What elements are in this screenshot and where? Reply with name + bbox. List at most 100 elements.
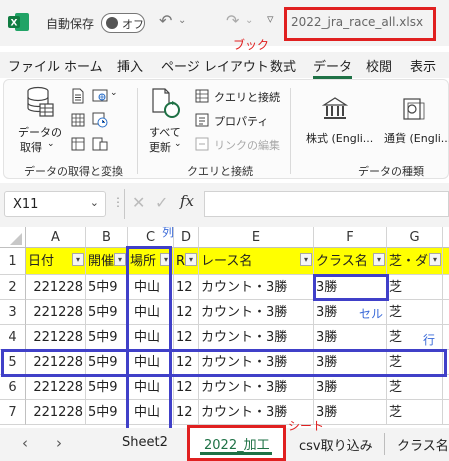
- cell-surface[interactable]: 芝: [387, 275, 443, 300]
- cell-meeting[interactable]: 5中9: [86, 375, 128, 400]
- cell-meeting[interactable]: 5中9: [86, 400, 128, 425]
- filter-dropdown-icon[interactable]: ▾: [114, 253, 126, 266]
- cell-meeting[interactable]: 5中9: [86, 275, 128, 300]
- cell-empty[interactable]: [443, 375, 449, 400]
- header-cell-h[interactable]: [443, 248, 449, 275]
- cell-class-name[interactable]: 3勝: [314, 400, 387, 425]
- cell-meeting[interactable]: 5中9: [86, 325, 128, 350]
- enter-icon[interactable]: ✓: [155, 193, 168, 212]
- menu-view[interactable]: 表示: [410, 56, 436, 75]
- customize-toolbar-icon[interactable]: ▿: [267, 12, 274, 27]
- cell-race-name[interactable]: カウント・3勝: [199, 300, 314, 325]
- column-header-a[interactable]: A: [26, 227, 86, 248]
- cell-empty[interactable]: [443, 400, 449, 425]
- cell-empty[interactable]: [443, 325, 449, 350]
- formula-input[interactable]: [204, 191, 449, 217]
- from-web-dropdown-icon[interactable]: ⌄: [110, 88, 118, 98]
- from-text-csv-icon[interactable]: [70, 88, 86, 104]
- sheet-tab-csv-import[interactable]: csv取り込み: [299, 435, 373, 454]
- currency-data-type-button[interactable]: 通貨 (Engli...: [378, 84, 449, 154]
- undo-icon[interactable]: ↶: [159, 11, 172, 30]
- header-cell-date[interactable]: 日付 ▾: [26, 248, 86, 275]
- existing-connections-icon[interactable]: [92, 136, 108, 152]
- filter-dropdown-icon[interactable]: ▾: [429, 253, 441, 266]
- refresh-all-button[interactable]: すべて 更新 ⌄: [144, 84, 188, 156]
- cell-race-name[interactable]: カウント・3勝: [199, 275, 314, 300]
- header-cell-class-name[interactable]: クラス名 ▾: [314, 248, 387, 275]
- cell-race-no[interactable]: 12: [174, 375, 199, 400]
- cell-date[interactable]: 221228: [26, 275, 86, 300]
- filter-dropdown-icon[interactable]: ▾: [185, 253, 197, 266]
- column-header-g[interactable]: G: [387, 227, 443, 248]
- cell-meeting[interactable]: 5中9: [86, 300, 128, 325]
- cell-race-no[interactable]: 12: [174, 300, 199, 325]
- redo-dropdown-icon[interactable]: ⌄: [245, 15, 253, 26]
- row-header-7[interactable]: 7: [0, 400, 26, 425]
- cell-date[interactable]: 221228: [26, 400, 86, 425]
- row-header-6[interactable]: 6: [0, 375, 26, 400]
- from-table-icon[interactable]: [70, 112, 86, 128]
- row-header-3[interactable]: 3: [0, 300, 26, 325]
- autosave-toggle[interactable]: オフ: [101, 13, 145, 33]
- undo-dropdown-icon[interactable]: ⌄: [178, 15, 186, 26]
- column-header-b[interactable]: B: [86, 227, 128, 248]
- column-header-h[interactable]: [443, 227, 449, 248]
- cell-race-no[interactable]: 12: [174, 325, 199, 350]
- cell-race-no[interactable]: 12: [174, 275, 199, 300]
- stocks-data-type-button[interactable]: 株式 (Engli...: [300, 84, 374, 154]
- cell-date[interactable]: 221228: [26, 375, 86, 400]
- header-cell-surface[interactable]: 芝・ダ ▾: [387, 248, 443, 275]
- filter-dropdown-icon[interactable]: ▾: [72, 253, 84, 266]
- cell-surface[interactable]: 芝: [387, 400, 443, 425]
- menu-data[interactable]: データ: [313, 56, 353, 79]
- cell-empty[interactable]: [443, 275, 449, 300]
- cell-race-name[interactable]: カウント・3勝: [199, 375, 314, 400]
- menu-home[interactable]: ホーム: [64, 56, 103, 75]
- column-header-d[interactable]: D: [174, 227, 199, 248]
- from-sheet-icon[interactable]: [70, 136, 86, 152]
- cell-race-name[interactable]: カウント・3勝: [199, 325, 314, 350]
- row-header-4[interactable]: 4: [0, 325, 26, 350]
- redo-icon[interactable]: ↷: [226, 11, 239, 30]
- filter-dropdown-icon[interactable]: ▾: [373, 253, 385, 266]
- cell-empty[interactable]: [443, 300, 449, 325]
- cell-surface[interactable]: 芝: [387, 375, 443, 400]
- name-box[interactable]: X11 ⌄: [4, 191, 106, 217]
- cell-race-no[interactable]: 12: [174, 400, 199, 425]
- column-header-f[interactable]: F: [314, 227, 387, 248]
- cell-date[interactable]: 221228: [26, 325, 86, 350]
- from-web-icon[interactable]: [92, 88, 108, 104]
- cell-date[interactable]: 221228: [26, 300, 86, 325]
- recent-sources-icon[interactable]: [92, 112, 108, 128]
- cell-surface[interactable]: 芝: [387, 300, 443, 325]
- insert-function-button[interactable]: fx: [180, 192, 194, 210]
- sheet-tab-2022-active[interactable]: 2022_加工: [187, 425, 286, 461]
- filter-dropdown-icon[interactable]: ▾: [300, 253, 312, 266]
- menu-file[interactable]: ファイル: [8, 56, 60, 75]
- menu-formulas[interactable]: 数式: [270, 56, 296, 75]
- more-options-icon[interactable]: ⋮: [112, 195, 124, 209]
- menu-insert[interactable]: 挿入: [117, 56, 143, 75]
- cell-class-name[interactable]: 3勝: [314, 325, 387, 350]
- menu-review[interactable]: 校閲: [366, 56, 392, 75]
- previous-sheet-icon[interactable]: ‹: [22, 434, 28, 452]
- header-cell-race-no[interactable]: R ▾: [174, 248, 199, 275]
- row-header-1[interactable]: 1: [0, 248, 26, 275]
- properties-button[interactable]: プロパティ: [214, 113, 268, 129]
- sheet-tab-class-name[interactable]: クラス名: [397, 435, 449, 454]
- column-header-e[interactable]: E: [199, 227, 314, 248]
- name-box-dropdown-icon[interactable]: ⌄: [90, 196, 99, 209]
- cell-class-name[interactable]: 3勝: [314, 375, 387, 400]
- next-sheet-icon[interactable]: ›: [56, 434, 62, 452]
- edit-links-button[interactable]: リンクの編集: [214, 137, 280, 153]
- worksheet-grid[interactable]: A B C D E F G 1 2 3 4 5 6 7 日付 ▾ 開催 ▾ 場所 ▾ …: [0, 227, 449, 428]
- workbook-filename[interactable]: 2022_jra_race_all.xlsx: [291, 15, 423, 29]
- select-all-corner[interactable]: [0, 227, 26, 248]
- sheet-tab-sheet2[interactable]: Sheet2: [122, 435, 168, 450]
- queries-connections-button[interactable]: クエリと接続: [214, 89, 280, 105]
- header-cell-meeting[interactable]: 開催 ▾: [86, 248, 128, 275]
- get-data-button[interactable]: データの 取得 ⌄: [14, 84, 64, 156]
- cancel-icon[interactable]: ✕: [132, 193, 145, 212]
- menu-page-layout[interactable]: ページ レイアウト: [161, 56, 269, 75]
- header-cell-race-name[interactable]: レース名 ▾: [199, 248, 314, 275]
